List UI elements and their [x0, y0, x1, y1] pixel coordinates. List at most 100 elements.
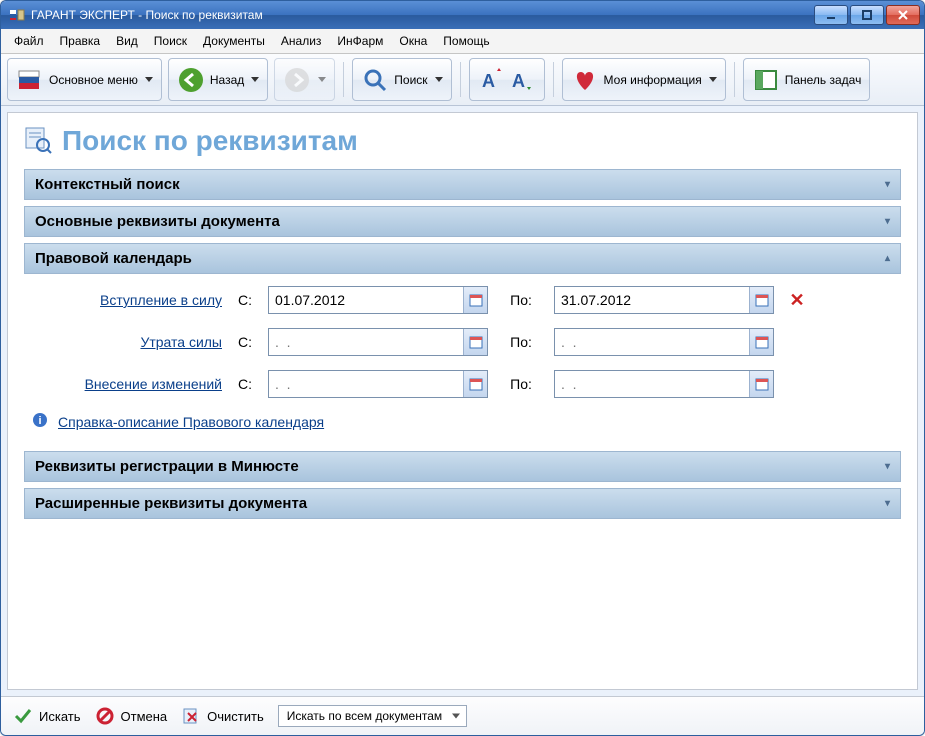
to-label: По: [496, 376, 546, 392]
search-action-button[interactable]: Искать [13, 706, 81, 726]
collapse-icon: ▾ [885, 216, 890, 227]
menubar: Файл Правка Вид Поиск Документы Анализ И… [1, 29, 924, 54]
forward-button[interactable] [274, 58, 335, 101]
main-menu-button[interactable]: Основное меню [7, 58, 162, 101]
date-from-field [268, 286, 488, 314]
toolbar-label: Основное меню [49, 73, 138, 87]
calendar-icon[interactable] [463, 371, 487, 397]
menu-documents[interactable]: Документы [196, 31, 272, 51]
menu-windows[interactable]: Окна [392, 31, 434, 51]
to-label: По: [496, 334, 546, 350]
back-icon [177, 66, 205, 94]
toolbar-label: Моя информация [604, 73, 702, 87]
section-context: Контекстный поиск ▾ [24, 169, 901, 200]
app-window: ГАРАНТ ЭКСПЕРТ - Поиск по реквизитам Фай… [0, 0, 925, 736]
row-label-link[interactable]: Вступление в силу [32, 292, 222, 308]
search-button[interactable]: Поиск [352, 58, 451, 101]
svg-text:A: A [512, 71, 525, 91]
from-label: С: [230, 334, 260, 350]
cancel-icon [95, 706, 115, 726]
section-header-extended[interactable]: Расширенные реквизиты документа ▾ [24, 488, 901, 519]
chevron-down-icon [435, 77, 443, 82]
menu-file[interactable]: Файл [7, 31, 51, 51]
row-label-link[interactable]: Внесение изменений [32, 376, 222, 392]
section-minjust: Реквизиты регистрации в Минюсте ▾ [24, 451, 901, 482]
cancel-action-button[interactable]: Отмена [95, 706, 168, 726]
date-to-field [554, 328, 774, 356]
row-label-link[interactable]: Утрата силы [32, 334, 222, 350]
date-to-input[interactable] [555, 287, 749, 313]
back-button[interactable]: Назад [168, 58, 268, 101]
clear-action-button[interactable]: Очистить [181, 706, 264, 726]
page-title-row: Поиск по реквизитам [24, 125, 901, 157]
help-link[interactable]: Справка-описание Правового календаря [58, 414, 324, 430]
toolbar-label: Назад [210, 73, 244, 87]
date-from-input[interactable] [269, 329, 463, 355]
form-icon [24, 126, 52, 157]
menu-view[interactable]: Вид [109, 31, 145, 51]
help-row: i Справка-описание Правового календаря [32, 412, 893, 431]
flag-icon [16, 66, 44, 94]
section-header-basic[interactable]: Основные реквизиты документа ▾ [24, 206, 901, 237]
calendar-row-loss-force: Утрата силы С: По: [32, 328, 893, 356]
date-from-input[interactable] [269, 287, 463, 313]
close-button[interactable] [886, 5, 920, 25]
maximize-button[interactable] [850, 5, 884, 25]
section-header-context[interactable]: Контекстный поиск ▾ [24, 169, 901, 200]
chevron-down-icon [709, 77, 717, 82]
svg-text:i: i [38, 415, 41, 427]
task-panel-button[interactable]: Панель задач [743, 58, 871, 101]
date-to-input[interactable] [555, 371, 749, 397]
calendar-icon[interactable] [749, 371, 773, 397]
font-size-button[interactable]: A A [469, 58, 545, 101]
section-body-calendar: Вступление в силу С: По: ✕ Утрата силы [24, 274, 901, 445]
date-to-input[interactable] [555, 329, 749, 355]
section-calendar: Правовой календарь ▴ Вступление в силу С… [24, 243, 901, 445]
collapse-icon: ▾ [885, 461, 890, 472]
chevron-down-icon [318, 77, 326, 82]
date-from-input[interactable] [269, 371, 463, 397]
section-basic: Основные реквизиты документа ▾ [24, 206, 901, 237]
calendar-icon[interactable] [463, 287, 487, 313]
section-header-calendar[interactable]: Правовой календарь ▴ [24, 243, 901, 274]
chevron-down-icon [251, 77, 259, 82]
menu-help[interactable]: Помощь [436, 31, 496, 51]
to-label: По: [496, 292, 546, 308]
date-from-field [268, 328, 488, 356]
menu-analysis[interactable]: Анализ [274, 31, 329, 51]
expand-icon: ▴ [885, 253, 890, 264]
panel-icon [752, 66, 780, 94]
calendar-icon[interactable] [749, 329, 773, 355]
svg-text:A: A [482, 71, 495, 91]
info-icon: i [32, 412, 48, 431]
my-info-button[interactable]: Моя информация [562, 58, 726, 101]
section-extended: Расширенные реквизиты документа ▾ [24, 488, 901, 519]
forward-icon [283, 66, 311, 94]
section-header-minjust[interactable]: Реквизиты регистрации в Минюсте ▾ [24, 451, 901, 482]
page-title: Поиск по реквизитам [62, 125, 358, 157]
toolbar-label: Панель задач [785, 73, 862, 87]
clear-icon[interactable]: ✕ [782, 290, 812, 311]
font-decrease-icon: A [508, 66, 536, 94]
menu-edit[interactable]: Правка [53, 31, 108, 51]
chevron-down-icon [145, 77, 153, 82]
calendar-row-amendments: Внесение изменений С: По: [32, 370, 893, 398]
menu-inform[interactable]: ИнФарм [330, 31, 390, 51]
from-label: С: [230, 376, 260, 392]
collapse-icon: ▾ [885, 179, 890, 190]
search-scope-dropdown[interactable]: Искать по всем документам [278, 705, 467, 727]
collapse-icon: ▾ [885, 498, 890, 509]
heart-icon [571, 66, 599, 94]
titlebar: ГАРАНТ ЭКСПЕРТ - Поиск по реквизитам [1, 1, 924, 29]
calendar-icon[interactable] [463, 329, 487, 355]
check-icon [13, 706, 33, 726]
clear-form-icon [181, 706, 201, 726]
window-controls [814, 5, 920, 25]
search-icon [361, 66, 389, 94]
menu-search[interactable]: Поиск [147, 31, 194, 51]
content-area: Поиск по реквизитам Контекстный поиск ▾ … [7, 112, 918, 690]
minimize-button[interactable] [814, 5, 848, 25]
calendar-icon[interactable] [749, 287, 773, 313]
font-increase-icon: A [478, 66, 506, 94]
window-title: ГАРАНТ ЭКСПЕРТ - Поиск по реквизитам [31, 8, 814, 22]
